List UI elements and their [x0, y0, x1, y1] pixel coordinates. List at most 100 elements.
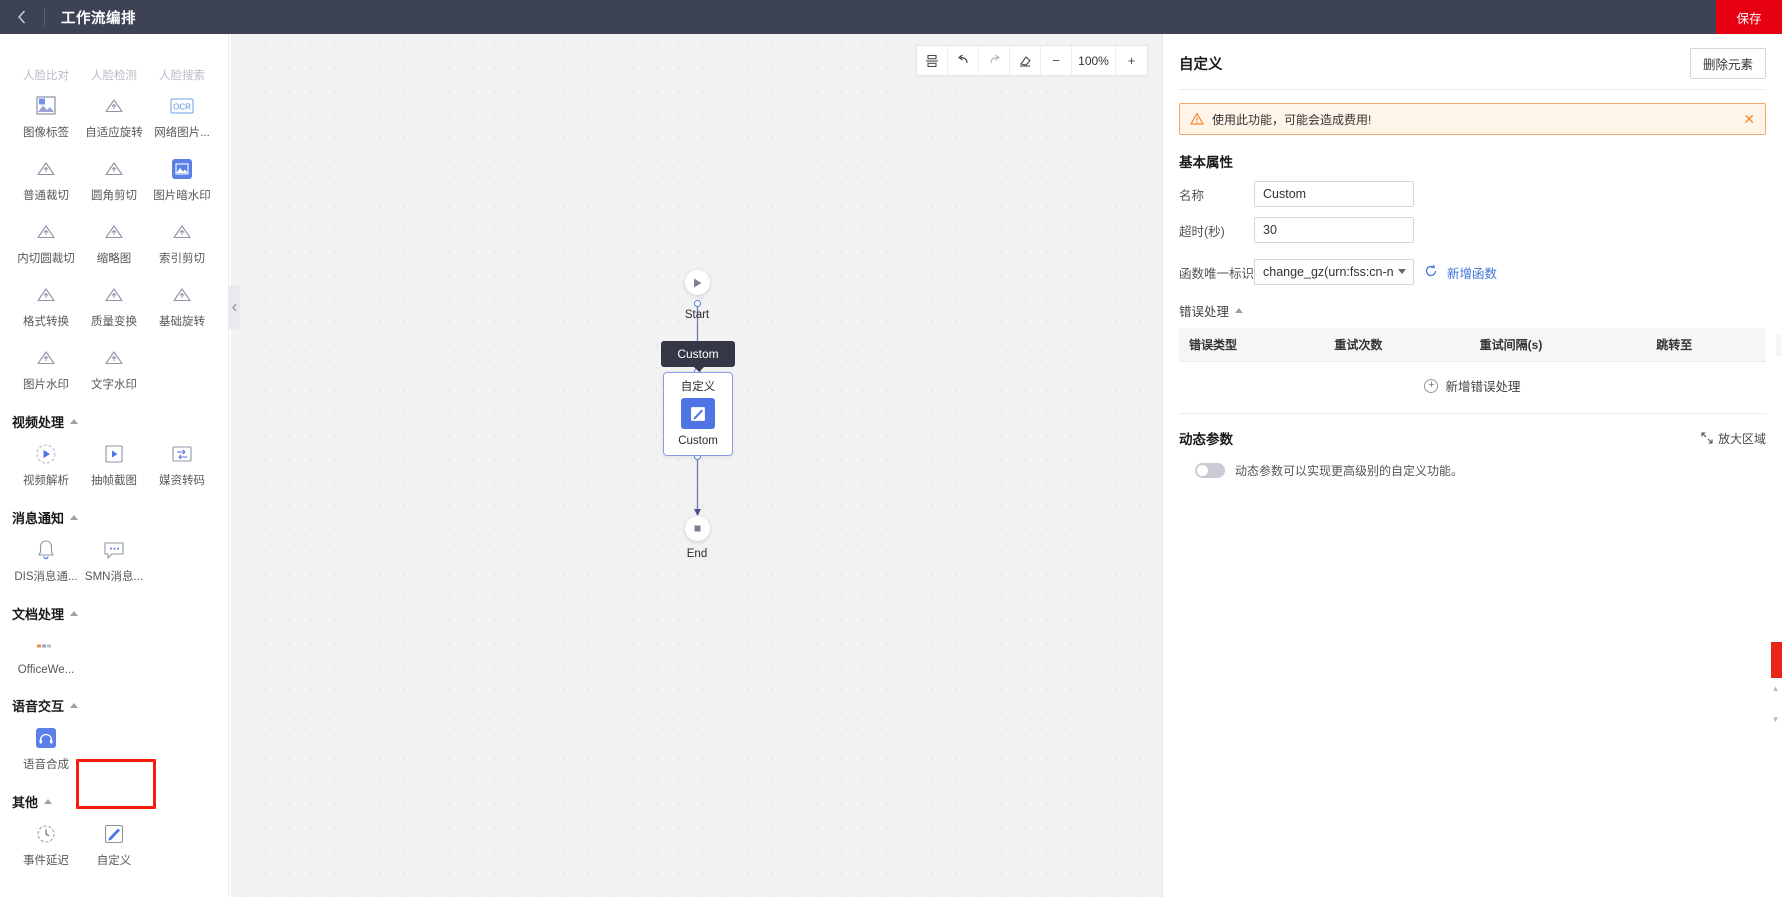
new-function-link[interactable]: 新增函数: [1447, 263, 1497, 282]
palette-item-label: 网络图片...: [154, 127, 210, 139]
palette-item-label: SMN消息...: [84, 571, 144, 583]
palette-item-label: 视频解析: [23, 475, 69, 487]
palette-item[interactable]: 普通裁切: [12, 150, 80, 207]
palette-item[interactable]: 圆角剪切: [80, 150, 148, 207]
palette-section-header[interactable]: 其他: [12, 792, 216, 811]
cloud-icon: [37, 225, 55, 239]
palette-item[interactable]: 图片水印: [12, 339, 80, 396]
palette-item-label: 质量变换: [91, 316, 137, 328]
palette-section-items: 语音合成: [12, 719, 216, 776]
ocr-icon: OCR: [170, 98, 194, 114]
back-button[interactable]: [0, 0, 44, 34]
palette-item[interactable]: 语音合成: [12, 719, 80, 776]
workflow-canvas[interactable]: − 100% + Start Custom 自定义 Custom End: [231, 34, 1162, 897]
chevron-left-icon: [18, 10, 26, 24]
palette-item[interactable]: 缩略图: [80, 213, 148, 270]
palette-item[interactable]: OfficeWe...: [12, 627, 80, 680]
palette-item[interactable]: DIS消息通...: [12, 531, 80, 588]
node-custom[interactable]: 自定义 Custom: [663, 372, 733, 456]
refresh-icon[interactable]: [1424, 264, 1438, 281]
palette-item[interactable]: 媒资转码: [148, 435, 216, 492]
palette-item-label: 基础旋转: [159, 316, 205, 328]
error-handling-table: 错误类型 重试次数 重试间隔(s) 跳转至: [1179, 328, 1766, 362]
image-tag-icon: [36, 96, 56, 115]
zoom-area-button[interactable]: 放大区域: [1701, 430, 1766, 447]
palette-section-header[interactable]: 文档处理: [12, 604, 216, 623]
palette-item[interactable]: 内切圆裁切: [12, 213, 80, 270]
palette-item-custom[interactable]: 自定义: [80, 815, 148, 872]
palette-item[interactable]: 抽帧截图: [80, 435, 148, 492]
start-output-port[interactable]: [694, 300, 701, 307]
palette-item[interactable]: 图片暗水印: [148, 150, 216, 207]
add-error-handler-button[interactable]: + 新增错误处理: [1163, 376, 1782, 395]
palette-section-header[interactable]: 语音交互: [12, 696, 216, 715]
cost-warning-alert: 使用此功能，可能会造成费用! ✕: [1179, 103, 1766, 135]
name-input[interactable]: [1254, 181, 1414, 207]
palette-item[interactable]: 文字水印: [80, 339, 148, 396]
palette-section-items: 视频解析 抽帧截图 媒资转码: [12, 435, 216, 492]
transcode-icon: [169, 441, 195, 467]
palette-item[interactable]: 格式转换: [12, 276, 80, 333]
caret-down-icon[interactable]: ▼: [1772, 715, 1780, 724]
node-end[interactable]: [685, 516, 710, 541]
headset-icon: [33, 725, 59, 751]
palette-item[interactable]: 事件延迟: [12, 815, 80, 872]
caret-up-icon[interactable]: ▲: [1772, 684, 1780, 693]
caret-up-icon: [1235, 308, 1244, 313]
node-tooltip: Custom: [661, 341, 735, 372]
error-handling-collapse[interactable]: 错误处理: [1179, 301, 1766, 320]
function-select[interactable]: [1254, 259, 1414, 285]
save-button[interactable]: 保存: [1716, 0, 1782, 34]
cloud-icon: [33, 36, 59, 62]
palette-section-items: OfficeWe...: [12, 627, 216, 680]
delete-element-button[interactable]: 删除元素: [1689, 48, 1766, 79]
palette-section-header[interactable]: 视频处理: [12, 412, 216, 431]
properties-title: 自定义: [1179, 57, 1223, 73]
palette-item[interactable]: 人脸比对: [12, 34, 80, 87]
palette-collapse-handle[interactable]: [229, 285, 240, 329]
properties-header: 自定义 删除元素: [1163, 34, 1782, 89]
palette-item[interactable]: 质量变换: [80, 276, 148, 333]
function-select-value[interactable]: [1254, 259, 1414, 285]
watermark-icon: [169, 156, 195, 182]
palette-item-label: 文字水印: [91, 379, 137, 391]
close-icon[interactable]: ✕: [1743, 112, 1755, 126]
palette-item[interactable]: 自适应旋转: [80, 87, 148, 144]
dynamic-params-hint: 动态参数可以实现更高级别的自定义功能。: [1235, 464, 1464, 478]
palette-item-label: 内切圆裁切: [17, 253, 75, 265]
pencil-square-icon: [104, 824, 124, 844]
palette-item-label: 抽帧截图: [91, 475, 137, 487]
properties-panel: 自定义 删除元素 使用此功能，可能会造成费用! ✕ 基本属性 名称 超时(秒): [1162, 34, 1782, 897]
pencil-square-icon: [101, 821, 127, 847]
timeout-field-row: 超时(秒): [1179, 217, 1766, 243]
palette-item-label: 圆角剪切: [91, 190, 137, 202]
palette-item[interactable]: SMN消息...: [80, 531, 148, 588]
palette-section-header[interactable]: 消息通知: [12, 508, 216, 527]
component-palette[interactable]: 人脸比对 人脸检测 人脸搜索 图像标签 自适应旋转 OCR 网络图片... 普通…: [0, 34, 229, 897]
cloud-icon: [173, 288, 191, 302]
palette-item[interactable]: 图像标签: [12, 87, 80, 144]
clock-icon: [33, 821, 59, 847]
dynamic-params-toggle[interactable]: [1195, 463, 1225, 478]
palette-item[interactable]: 视频解析: [12, 435, 80, 492]
palette-item[interactable]: 索引剪切: [148, 213, 216, 270]
right-edge-scroll-controls[interactable]: ▲ ▼: [1771, 684, 1780, 744]
palette-item[interactable]: OCR 网络图片...: [148, 87, 216, 144]
play-triangle-icon: [694, 278, 702, 287]
palette-item[interactable]: 人脸搜索: [148, 34, 216, 87]
palette-section-title: 其他: [12, 795, 39, 810]
chevron-left-icon: [232, 303, 237, 311]
caret-up-icon: [70, 611, 79, 616]
palette-item[interactable]: 基础旋转: [148, 276, 216, 333]
column-header: 重试次数: [1324, 328, 1470, 362]
stop-square-icon: [694, 525, 701, 532]
timeout-input[interactable]: [1254, 217, 1414, 243]
palette-item-label: 人脸比对: [23, 70, 69, 82]
column-header: 错误类型: [1179, 328, 1325, 362]
cloud-icon: [37, 162, 55, 176]
node-start[interactable]: [685, 270, 710, 295]
watermark-icon: [172, 159, 192, 179]
header-divider: [1179, 89, 1766, 90]
palette-item[interactable]: 人脸检测: [80, 34, 148, 87]
headset-icon: [36, 728, 56, 748]
